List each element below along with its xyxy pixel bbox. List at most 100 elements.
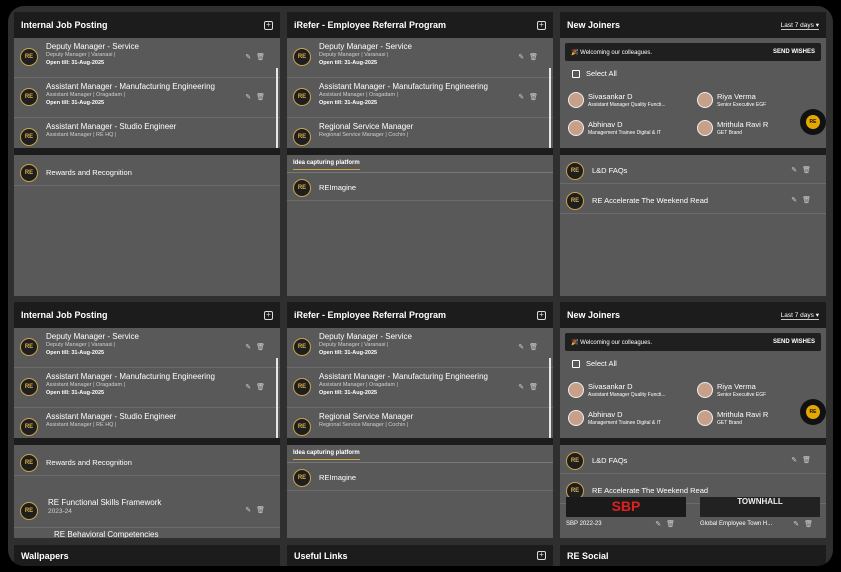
trash-icon[interactable]: 🗑 [529,384,543,391]
re-chat-button[interactable]: RE [800,399,826,425]
scrollbar[interactable] [549,68,551,148]
framework-title[interactable]: RE Behavioral Competencies [54,530,159,538]
re-chat-button[interactable]: RE [800,109,826,135]
joiner[interactable]: Abhinav D Management Trainee Digital & IT [568,410,661,426]
pencil-icon[interactable]: ✎ [245,344,256,351]
sbp-banner[interactable]: SBP [566,497,686,517]
row-actions[interactable]: ✎🗑 [791,196,816,204]
job-row[interactable]: RE Regional Service Manager Regional Servi… [287,118,553,148]
joiner[interactable]: Abhinav D Management Trainee Digital & IT [568,120,661,136]
trash-icon[interactable]: 🗑 [256,94,270,101]
ijp-list[interactable]: RE Deputy Manager - Service Deputy Manager… [14,328,280,438]
days-filter-dropdown[interactable]: Last 7 days ▾ [780,311,819,320]
job-row[interactable]: RE Assistant Manager - Studio Engineer Ass… [14,118,280,148]
pencil-icon[interactable]: ✎ [245,384,256,391]
job-row[interactable]: RE Deputy Manager - Service Deputy Manager… [287,328,553,368]
joiner[interactable]: Sivasankar D Assistant Manager Quality Fu… [568,92,666,108]
townhall-banner[interactable]: TOWNHALL [700,497,820,517]
reimagine-row[interactable]: RE REImagine [287,465,553,491]
scrollbar[interactable] [549,358,551,438]
row-actions[interactable]: ✎🗑 [245,53,270,61]
row-actions[interactable]: ✎🗑 [518,383,543,391]
irefer-list[interactable]: RE Deputy Manager - Service Deputy Manager… [287,328,553,438]
trash-icon[interactable]: 🗑 [256,384,270,391]
tab-idea-platform[interactable]: Idea capturing platform [293,450,360,460]
plus-square-icon[interactable]: + [537,20,546,30]
trash-icon[interactable]: 🗑 [802,457,816,464]
pencil-icon[interactable]: ✎ [518,54,529,61]
select-all-checkbox[interactable] [572,69,580,78]
ld-faqs-row[interactable]: RE L&D FAQs ✎🗑 [560,448,826,474]
ld-faqs-row[interactable]: RE L&D FAQs ✎🗑 [560,158,826,184]
job-row[interactable]: RE Regional Service Manager Regional Servi… [287,408,553,438]
pencil-icon[interactable]: ✎ [791,167,802,174]
send-wishes-button[interactable]: SEND WISHES [773,49,815,55]
trash-icon[interactable]: 🗑 [529,54,543,61]
row-actions[interactable]: ✎🗑 [518,93,543,101]
job-row[interactable]: RE Deputy Manager - Service Deputy Manager… [14,328,280,368]
pencil-icon[interactable]: ✎ [518,94,529,101]
row-actions[interactable]: ✎🗑 [791,166,816,174]
trash-icon[interactable]: 🗑 [666,521,680,528]
row-actions[interactable]: ✎🗑 [655,520,680,528]
pencil-icon[interactable]: ✎ [793,521,804,528]
trash-icon[interactable]: 🗑 [802,167,816,174]
row-actions[interactable]: ✎🗑 [793,520,818,528]
select-all[interactable]: Select All [572,69,617,78]
joiner[interactable]: Riya Verma Senior Executive EGF [697,382,766,398]
townhall-caption[interactable]: Global Employee Town H... ✎🗑 [700,517,824,530]
job-row[interactable]: RE Deputy Manager - Service Deputy Manager… [287,38,553,78]
reimagine-row[interactable]: RE REImagine [287,175,553,201]
days-filter-dropdown[interactable]: Last 7 days ▾ [780,21,819,30]
trash-icon[interactable]: 🗑 [804,521,818,528]
trash-icon[interactable]: 🗑 [256,54,270,61]
pencil-icon[interactable]: ✎ [518,384,529,391]
row-actions[interactable]: ✎🗑 [245,343,270,351]
pencil-icon[interactable]: ✎ [245,507,256,514]
row-actions[interactable]: ✎🗑 [518,53,543,61]
sbp-caption[interactable]: SBP 2022-23 ✎🗑 [566,517,686,530]
scrollbar[interactable] [276,68,278,148]
job-row[interactable]: RE Assistant Manager - Studio Engineer Ass… [14,408,280,438]
scrollbar[interactable] [276,358,278,438]
joiner[interactable]: Riya Verma Senior Executive EGF [697,92,766,108]
job-row[interactable]: RE Assistant Manager - Manufacturing Engi… [14,78,280,118]
row-actions[interactable]: ✎🗑 [245,506,270,514]
joiner[interactable]: Mrithula Ravi R GET Brand [697,120,768,136]
tab-idea-platform[interactable]: Idea capturing platform [293,160,360,170]
framework-row[interactable]: RE RE Functional Skills Framework 2023-24 ✎… [14,496,280,528]
rewards-row[interactable]: RE Rewards and Recognition [14,450,280,476]
trash-icon[interactable]: 🗑 [529,344,543,351]
accelerate-row[interactable]: RE RE Accelerate The Weekend Read ✎🗑 [560,188,826,214]
trash-icon[interactable]: 🗑 [256,507,270,514]
trash-icon[interactable]: 🗑 [529,94,543,101]
pencil-icon[interactable]: ✎ [518,344,529,351]
select-all-checkbox[interactable] [572,359,580,368]
job-row[interactable]: RE Assistant Manager - Manufacturing Engi… [287,78,553,118]
plus-square-icon[interactable]: + [537,310,546,320]
trash-icon[interactable]: 🗑 [802,197,816,204]
pencil-icon[interactable]: ✎ [245,94,256,101]
trash-icon[interactable]: 🗑 [256,344,270,351]
pencil-icon[interactable]: ✎ [791,457,802,464]
pencil-icon[interactable]: ✎ [655,521,666,528]
row-actions[interactable]: ✎🗑 [245,383,270,391]
pencil-icon[interactable]: ✎ [245,54,256,61]
plus-square-icon[interactable]: + [264,310,273,320]
ijp-list[interactable]: RE Deputy Manager - Service Deputy Manager… [14,38,280,148]
pencil-icon[interactable]: ✎ [791,197,802,204]
joiner[interactable]: Sivasankar D Assistant Manager Quality Fu… [568,382,666,398]
row-actions[interactable]: ✎🗑 [245,93,270,101]
send-wishes-button[interactable]: SEND WISHES [773,339,815,345]
row-actions[interactable]: ✎🗑 [518,343,543,351]
irefer-list[interactable]: RE Deputy Manager - Service Deputy Manager… [287,38,553,148]
plus-square-icon[interactable]: + [537,551,546,560]
select-all[interactable]: Select All [572,359,617,368]
job-row[interactable]: RE Assistant Manager - Manufacturing Engi… [287,368,553,408]
job-row[interactable]: RE Assistant Manager - Manufacturing Engi… [14,368,280,408]
plus-square-icon[interactable]: + [264,20,273,30]
rewards-row[interactable]: RE Rewards and Recognition [14,160,280,186]
job-row[interactable]: RE Deputy Manager - Service Deputy Manager… [14,38,280,78]
joiner[interactable]: Mrithula Ravi R GET Brand [697,410,768,426]
row-actions[interactable]: ✎🗑 [791,456,816,464]
